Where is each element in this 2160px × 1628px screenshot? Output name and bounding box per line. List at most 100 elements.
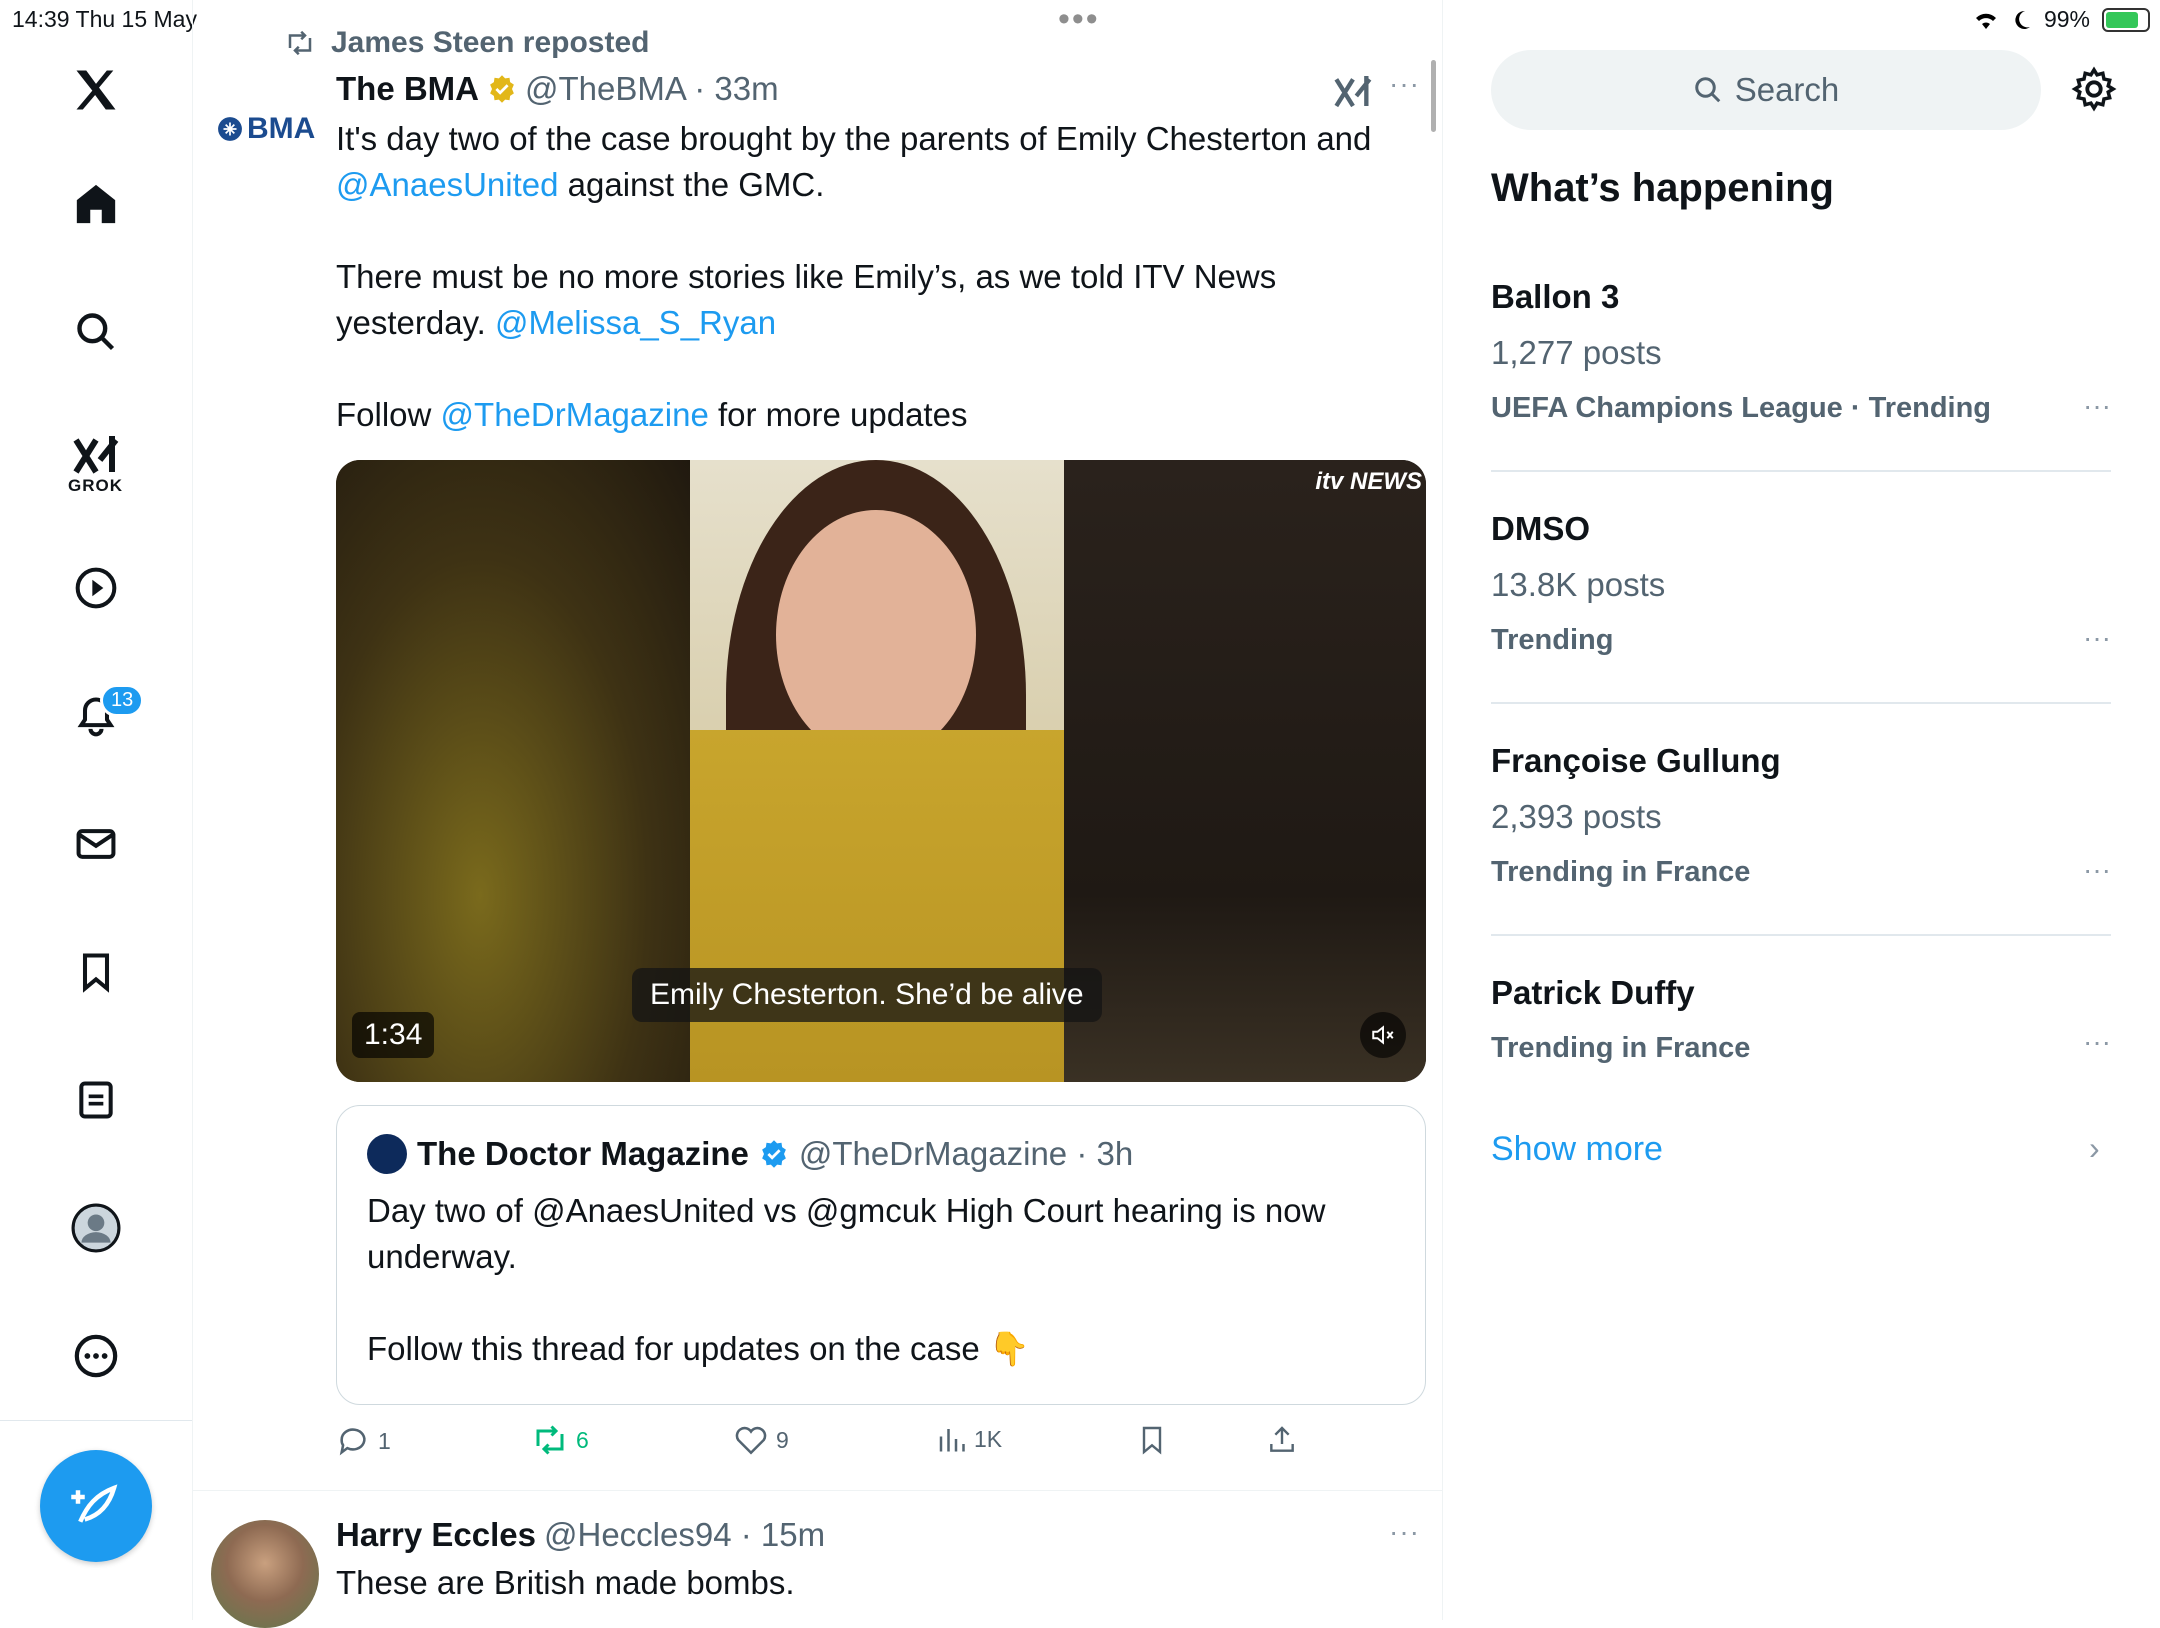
itv-news-logo: itv NEWS [1315, 468, 1422, 495]
mail-icon[interactable] [66, 814, 126, 874]
like-count: 9 [776, 1426, 789, 1453]
trend-item[interactable]: Françoise Gullung 2,393 posts Trending i… [1491, 742, 2111, 889]
video-player[interactable]: itv NEWS Emily Chesterton. She’d be aliv… [336, 460, 1426, 1082]
trend-name: Ballon 3 [1491, 278, 1620, 315]
trend-more-icon[interactable]: ··· [2083, 390, 2111, 422]
quoted-text-1: Day two of @AnaesUnited vs @gmcuk High C… [367, 1192, 1326, 1275]
tweet-more-icon[interactable]: ··· [1389, 68, 1420, 100]
x-logo-icon[interactable] [66, 60, 126, 120]
reply-button[interactable]: 1 [336, 1424, 391, 1458]
mention-anaesunited[interactable]: @AnaesUnited [336, 166, 558, 203]
bookmark-tweet-button[interactable] [1136, 1424, 1168, 1456]
trend-more-icon[interactable]: ··· [2083, 1026, 2111, 1058]
bma-avatar-text: BMA [247, 112, 316, 145]
tweet-header: The BMA @TheBMA · 33m [336, 70, 779, 108]
compose-button[interactable] [40, 1450, 152, 1562]
notifications-badge: 13 [100, 684, 145, 717]
trend-name: Patrick Duffy [1491, 974, 1695, 1011]
trend-category: Trending [1491, 624, 1614, 656]
quoted-author-name[interactable]: The Doctor Magazine [417, 1135, 749, 1173]
more-icon[interactable] [66, 1326, 126, 1386]
trend-separator [1491, 470, 2111, 472]
bma-avatar[interactable]: BMA [217, 112, 315, 146]
mention-melissa[interactable]: @Melissa_S_Ryan [495, 304, 776, 341]
repost-count: 6 [576, 1426, 589, 1453]
whats-happening-heading: What’s happening [1491, 166, 1834, 210]
repost-button[interactable]: 6 [532, 1424, 589, 1456]
share-button[interactable] [1266, 1424, 1298, 1456]
grok-label: GROK [68, 476, 123, 495]
show-more-link[interactable]: Show more [1491, 1130, 1663, 1169]
repost-label[interactable]: James Steen reposted [331, 26, 649, 60]
tweet-text-line3b: for more updates [708, 396, 968, 433]
trend-posts: 13.8K posts [1491, 566, 1666, 603]
like-button[interactable]: 9 [734, 1424, 789, 1456]
mention-thedrmagazine[interactable]: @TheDrMagazine [441, 396, 709, 433]
reply-icon [339, 1428, 366, 1456]
views-button[interactable]: 1K [936, 1424, 1002, 1454]
tweet-text-line1b: against the GMC. [558, 166, 825, 203]
trend-posts: 2,393 posts [1491, 798, 1662, 835]
tweet-text-line1: It's day two of the case brought by the … [336, 120, 1372, 157]
trend-item[interactable]: DMSO 13.8K posts Trending ··· [1491, 510, 2111, 657]
trend-category: UEFA Champions League · Trending [1491, 392, 1992, 424]
quoted-tweet[interactable]: The Doctor Magazine @TheDrMagazine · 3h … [336, 1105, 1426, 1405]
next-tweet-text: These are British made bombs. [336, 1564, 795, 1601]
quoted-text-2: Follow this thread for updates on the ca… [367, 1330, 1030, 1367]
trend-item[interactable]: Ballon 3 1,277 posts UEFA Champions Leag… [1491, 278, 2111, 425]
quoted-tweet-header: The Doctor Magazine @TheDrMagazine · 3h [367, 1134, 1133, 1174]
trend-posts: 1,277 posts [1491, 334, 1662, 371]
repost-icon [288, 30, 312, 56]
profile-icon[interactable] [66, 1198, 126, 1258]
trend-separator [1491, 934, 2111, 936]
next-author-name[interactable]: Harry Eccles [336, 1516, 536, 1554]
verified-blue-icon [762, 1140, 786, 1168]
doctor-magazine-avatar[interactable] [367, 1134, 407, 1174]
next-tweet-more-icon[interactable]: ··· [1389, 1516, 1420, 1548]
video-caption: Emily Chesterton. She’d be alive [632, 968, 1102, 1022]
trend-more-icon[interactable]: ··· [2083, 854, 2111, 886]
grok-icon[interactable] [66, 424, 126, 484]
next-author-handle-time[interactable]: @Heccles94 · 15m [544, 1516, 825, 1554]
trend-name: Françoise Gullung [1491, 742, 1781, 779]
grok-explain-icon[interactable] [1333, 72, 1373, 115]
trend-item[interactable]: Patrick Duffy Trending in France ··· [1491, 974, 2111, 1065]
video-subject-face [776, 510, 976, 760]
list-icon[interactable] [66, 1070, 126, 1130]
timeline: James Steen reposted BMA The BMA @TheBMA… [193, 0, 1443, 1628]
settings-gear-icon[interactable] [2071, 66, 2117, 117]
scrollbar[interactable] [1431, 60, 1436, 132]
tweet-text-line3: Follow [336, 396, 441, 433]
left-nav: GROK 13 [0, 0, 193, 1620]
home-icon[interactable] [66, 174, 126, 234]
views-chart-icon [939, 1429, 965, 1452]
views-count: 1K [974, 1425, 1003, 1452]
next-tweet-header: Harry Eccles @Heccles94 · 15m [336, 1516, 825, 1554]
right-sidebar: Search What’s happening Ballon 3 1,277 p… [1443, 0, 2160, 1620]
bookmark-outline-icon [1142, 1426, 1162, 1455]
search-placeholder: Search [1734, 71, 1840, 108]
tweet-actions: 1 6 9 1K [336, 1424, 1436, 1466]
chevron-right-icon[interactable]: › [2089, 1130, 2100, 1167]
repost-active-icon [536, 1425, 564, 1455]
tweet-text: It's day two of the case brought by the … [336, 116, 1426, 484]
search-input[interactable]: Search [1491, 50, 2041, 130]
reply-count: 1 [378, 1427, 391, 1454]
author-name[interactable]: The BMA [336, 70, 479, 108]
video-icon[interactable] [66, 558, 126, 618]
share-icon [1270, 1426, 1294, 1452]
trend-category: Trending in France [1491, 1032, 1751, 1064]
author-handle-time[interactable]: @TheBMA · 33m [525, 70, 779, 108]
bma-logo-icon [218, 117, 242, 141]
repost-indicator: James Steen reposted [285, 26, 649, 60]
trend-name: DMSO [1491, 510, 1590, 547]
search-icon[interactable] [66, 302, 126, 362]
video-subject-sweater [690, 730, 1064, 1082]
bookmark-icon[interactable] [66, 942, 126, 1002]
video-duration: 1:34 [352, 1012, 435, 1058]
quoted-author-handle-time[interactable]: @TheDrMagazine · 3h [799, 1135, 1133, 1173]
trend-more-icon[interactable]: ··· [2083, 622, 2111, 654]
mute-button[interactable] [1360, 1012, 1406, 1058]
harry-eccles-avatar[interactable] [211, 1520, 319, 1628]
verified-gold-icon [490, 75, 514, 103]
